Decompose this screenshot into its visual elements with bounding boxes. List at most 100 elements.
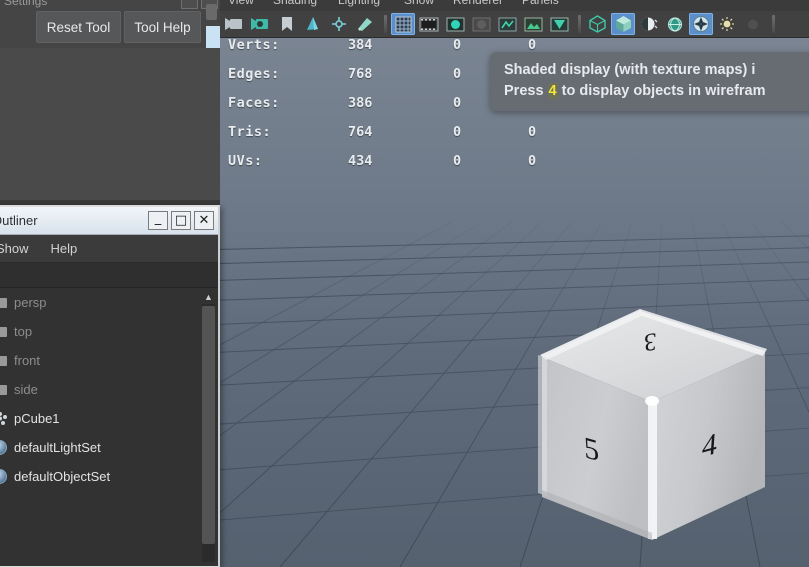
camera-icon xyxy=(0,324,9,339)
cube-face-number-left: 5 xyxy=(582,430,601,469)
film-gate-icon[interactable] xyxy=(353,13,377,35)
scene-object-pcube1[interactable]: 3 5 4 xyxy=(520,305,782,567)
tooltip-hotkey: 4 xyxy=(547,83,558,99)
hud-value-selected: 0 xyxy=(453,152,462,169)
scrollbar-thumb[interactable] xyxy=(202,306,215,544)
menu-item-lighting[interactable]: Lighting xyxy=(338,0,380,7)
maximize-button[interactable]: □ xyxy=(171,211,191,230)
outliner-menu-help[interactable]: Help xyxy=(51,241,78,256)
hud-value-other: 0 xyxy=(528,123,537,140)
xray-joints-icon[interactable] xyxy=(495,13,519,35)
hud-value-selected: 0 xyxy=(453,123,462,140)
resolution-gate-icon[interactable] xyxy=(327,13,351,35)
close-button[interactable]: ✕ xyxy=(194,211,214,230)
menu-item-renderer[interactable]: Renderer xyxy=(453,0,503,7)
window-controls[interactable]: _ □ ✕ xyxy=(148,211,214,230)
high-quality-icon[interactable] xyxy=(689,13,713,35)
outliner-menu-bar[interactable]: Show Help xyxy=(0,235,218,263)
viewport-3d[interactable]: 3 5 4 Verts: 384 0 0 Edges: 768 0 0 Face… xyxy=(220,0,809,567)
outliner-window[interactable]: Outliner _ □ ✕ Show Help persp xyxy=(0,205,220,567)
outliner-window-edge xyxy=(218,207,220,567)
wireframe-cube-icon[interactable] xyxy=(585,13,609,35)
camera-icon xyxy=(0,382,9,397)
tool-settings-panel: Settings Reset Tool Tool Help xyxy=(0,0,220,200)
list-item[interactable]: persp xyxy=(0,288,218,317)
list-item-label: side xyxy=(14,382,38,397)
toolbar-tooltip: Shaded display (with texture maps) i Pre… xyxy=(490,52,809,111)
shadow-icon[interactable] xyxy=(741,13,765,35)
reset-tool-button[interactable]: Reset Tool xyxy=(36,11,121,43)
hud-value-total: 386 xyxy=(348,94,373,111)
panel-window-button-1[interactable] xyxy=(181,0,198,9)
menu-item-show[interactable]: Show xyxy=(404,0,434,7)
hud-label: Verts: xyxy=(228,36,280,53)
tooltip-line-2: Press 4 to display objects in wirefram xyxy=(504,81,809,102)
menu-item-view[interactable]: View xyxy=(228,0,254,7)
viewport-toolbar[interactable] xyxy=(220,11,809,38)
mesh-icon xyxy=(0,411,9,426)
light-cone-icon[interactable] xyxy=(301,13,325,35)
list-item[interactable]: defaultObjectSet xyxy=(0,462,218,491)
image-plane-icon[interactable] xyxy=(521,13,545,35)
list-item[interactable]: pCube1 xyxy=(0,404,218,433)
scrollbar-up-arrow[interactable]: ▲ xyxy=(202,290,215,303)
lighting-globe-icon[interactable] xyxy=(663,13,687,35)
outliner-window-title: Outliner xyxy=(0,213,38,228)
texture-plane-icon[interactable] xyxy=(547,13,571,35)
sphere-shaded-icon[interactable] xyxy=(443,13,467,35)
film-strip-icon[interactable] xyxy=(417,13,441,35)
application-window: 3 5 4 Verts: 384 0 0 Edges: 768 0 0 Face… xyxy=(0,0,809,567)
hud-label: Faces: xyxy=(228,94,280,111)
shaded-cube-icon[interactable] xyxy=(611,13,635,35)
hud-value-total: 384 xyxy=(348,36,373,53)
bookmark-icon[interactable] xyxy=(275,13,299,35)
hud-value-other: 0 xyxy=(528,152,537,169)
hud-label: Edges: xyxy=(228,65,280,82)
tooltip-line-2-post: to display objects in wirefram xyxy=(557,83,766,99)
hud-value-selected: 0 xyxy=(453,36,462,53)
camera-icon[interactable] xyxy=(223,13,247,35)
tool-panel-scrollbar[interactable] xyxy=(206,4,217,20)
menu-item-shading[interactable]: Shading xyxy=(273,0,317,7)
list-item-label: front xyxy=(14,353,41,368)
viewport-menu-bar[interactable]: View Shading Lighting Show Renderer Pane… xyxy=(220,0,809,11)
outliner-list[interactable]: persp top front side pCube1 defaultLight… xyxy=(0,288,218,566)
camera-icon xyxy=(0,353,9,368)
toolbar-separator xyxy=(576,15,582,33)
list-item[interactable]: side xyxy=(0,375,218,404)
hud-row: Tris: 764 0 0 xyxy=(228,117,598,146)
tooltip-line-1: Shaded display (with texture maps) i xyxy=(504,62,756,78)
hud-label: UVs: xyxy=(228,152,263,169)
list-item[interactable]: defaultLightSet xyxy=(0,433,218,462)
tooltip-line-2-pre: Press xyxy=(504,83,548,99)
hud-row: UVs: 434 0 0 xyxy=(228,146,598,175)
outliner-search-bar[interactable] xyxy=(0,263,218,288)
light-bulb-icon[interactable] xyxy=(715,13,739,35)
list-item-label: persp xyxy=(14,295,47,310)
minimize-button[interactable]: _ xyxy=(148,211,168,230)
menu-item-panels[interactable]: Panels xyxy=(522,0,559,7)
set-icon xyxy=(0,440,9,455)
camera-icon xyxy=(0,295,9,310)
hud-value-total: 764 xyxy=(348,123,373,140)
hud-label: Tris: xyxy=(228,123,272,140)
camera-select-icon[interactable] xyxy=(249,13,273,35)
list-item[interactable]: front xyxy=(0,346,218,375)
outliner-scrollbar[interactable]: ▲ xyxy=(202,290,215,564)
tool-panel-body xyxy=(0,48,220,200)
outliner-title-bar[interactable]: Outliner _ □ ✕ xyxy=(0,207,218,235)
tool-settings-title: Settings xyxy=(4,0,48,8)
shaded-textured-icon[interactable] xyxy=(637,13,661,35)
list-item-label: defaultObjectSet xyxy=(14,469,111,484)
tool-help-button[interactable]: Tool Help xyxy=(124,11,201,43)
hud-value-total: 434 xyxy=(348,152,373,169)
hud-value-other: 0 xyxy=(528,36,537,53)
tool-panel-highlight-strip xyxy=(206,26,220,50)
xray-icon[interactable] xyxy=(469,13,493,35)
list-item-label: pCube1 xyxy=(14,411,60,426)
list-item[interactable]: top xyxy=(0,317,218,346)
list-item-label: defaultLightSet xyxy=(14,440,101,455)
toolbar-separator xyxy=(770,15,776,33)
outliner-menu-show[interactable]: Show xyxy=(0,241,29,256)
grid-icon[interactable] xyxy=(391,13,415,35)
